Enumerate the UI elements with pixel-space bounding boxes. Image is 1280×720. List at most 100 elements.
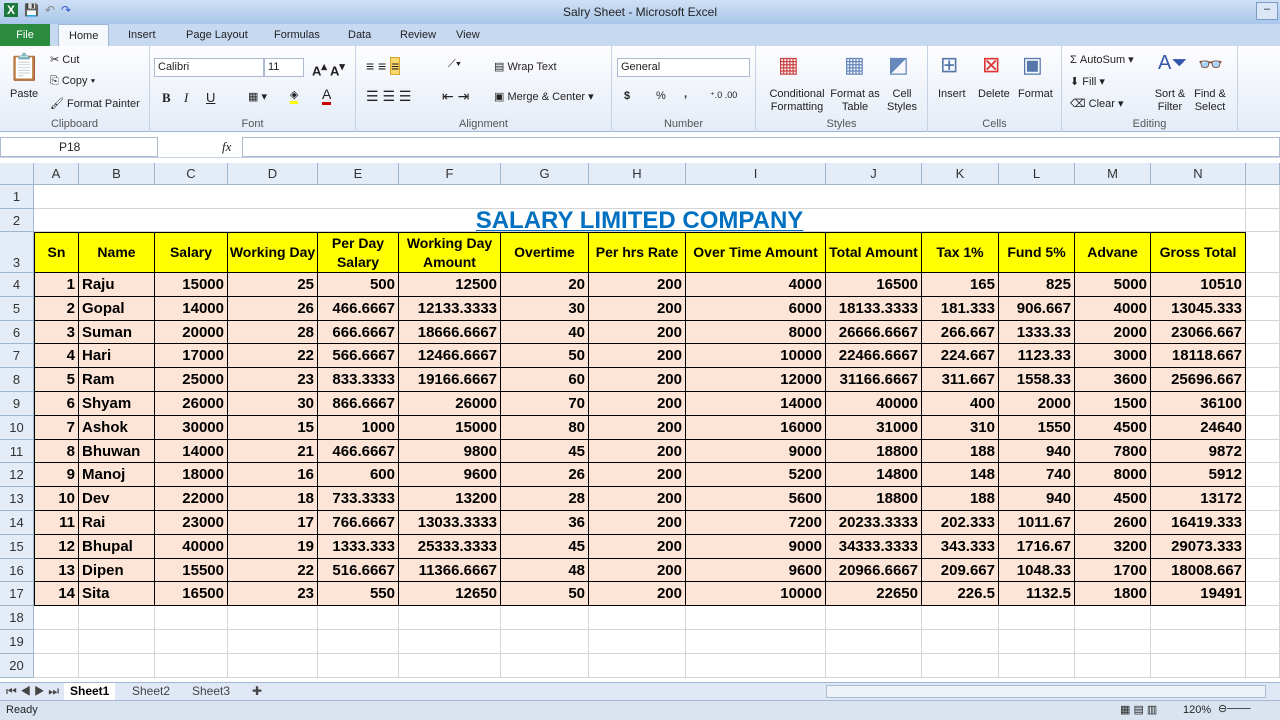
data-cell[interactable]: 50 bbox=[501, 582, 589, 607]
data-cell[interactable]: 7200 bbox=[686, 511, 826, 535]
row-header-12[interactable]: 12 bbox=[0, 463, 34, 488]
data-cell[interactable]: 18800 bbox=[826, 439, 922, 464]
borders-icon[interactable]: ▦ ▾ bbox=[248, 90, 267, 103]
data-cell[interactable]: 17000 bbox=[155, 344, 228, 369]
data-cell[interactable]: 3 bbox=[34, 320, 79, 345]
row-header-3[interactable]: 3 bbox=[0, 232, 34, 273]
data-cell[interactable]: 29073.333 bbox=[1151, 534, 1246, 559]
name-cell[interactable]: Bhupal bbox=[79, 534, 155, 559]
data-cell[interactable]: 70 bbox=[501, 392, 589, 416]
data-cell[interactable]: 516.6667 bbox=[318, 558, 399, 583]
column-header-N[interactable]: N bbox=[1151, 163, 1246, 185]
empty-cell[interactable] bbox=[589, 654, 686, 679]
empty-cell[interactable] bbox=[1246, 320, 1280, 345]
data-cell[interactable]: 23000 bbox=[155, 511, 228, 535]
column-header-A[interactable]: A bbox=[34, 163, 79, 185]
data-cell[interactable]: 12500 bbox=[399, 273, 501, 297]
row-header-9[interactable]: 9 bbox=[0, 392, 34, 416]
data-cell[interactable]: 940 bbox=[999, 487, 1075, 511]
column-header-H[interactable]: H bbox=[589, 163, 686, 185]
empty-cell[interactable] bbox=[686, 654, 826, 679]
format-cells-icon[interactable]: ▣ bbox=[1022, 52, 1043, 78]
data-cell[interactable]: 25 bbox=[228, 273, 318, 297]
sheet-tab-sheet1[interactable]: Sheet1 bbox=[64, 683, 116, 700]
table-header[interactable]: Name bbox=[79, 232, 155, 273]
cell-styles-button[interactable]: Cell Styles bbox=[882, 88, 922, 114]
data-cell[interactable]: 20966.6667 bbox=[826, 558, 922, 583]
data-cell[interactable]: 26000 bbox=[155, 392, 228, 416]
data-cell[interactable]: 200 bbox=[589, 296, 686, 321]
empty-cell[interactable] bbox=[1246, 232, 1280, 273]
data-cell[interactable]: 12650 bbox=[399, 582, 501, 607]
data-cell[interactable]: 200 bbox=[589, 558, 686, 583]
data-cell[interactable]: 13200 bbox=[399, 487, 501, 511]
column-header-empty[interactable] bbox=[1246, 163, 1280, 185]
fx-icon[interactable]: fx bbox=[222, 139, 231, 155]
tab-data[interactable]: Data bbox=[338, 24, 381, 46]
empty-cell[interactable] bbox=[686, 630, 826, 655]
binoculars-icon[interactable]: 👓 bbox=[1198, 52, 1223, 77]
data-cell[interactable]: 15 bbox=[228, 415, 318, 440]
data-cell[interactable]: 200 bbox=[589, 320, 686, 345]
delete-cells-icon[interactable]: ⊠ bbox=[982, 52, 1000, 78]
column-header-E[interactable]: E bbox=[318, 163, 399, 185]
row-header-7[interactable]: 7 bbox=[0, 344, 34, 369]
number-format-select[interactable]: General bbox=[617, 58, 750, 77]
tab-page-layout[interactable]: Page Layout bbox=[176, 24, 258, 46]
data-cell[interactable]: 30 bbox=[228, 392, 318, 416]
name-cell[interactable]: Suman bbox=[79, 320, 155, 345]
data-cell[interactable]: 2000 bbox=[1075, 320, 1151, 345]
row-header-4[interactable]: 4 bbox=[0, 273, 34, 297]
data-cell[interactable]: 25000 bbox=[155, 368, 228, 392]
font-size-select[interactable]: 11 bbox=[264, 58, 304, 77]
empty-cell[interactable] bbox=[1246, 582, 1280, 607]
row-header-6[interactable]: 6 bbox=[0, 320, 34, 345]
data-cell[interactable]: 19166.6667 bbox=[399, 368, 501, 392]
data-cell[interactable]: 28 bbox=[228, 320, 318, 345]
table-header[interactable]: Per Day Salary bbox=[318, 232, 399, 273]
empty-cell-row1[interactable] bbox=[34, 185, 1246, 209]
data-cell[interactable]: 200 bbox=[589, 487, 686, 511]
data-cell[interactable]: 833.3333 bbox=[318, 368, 399, 392]
data-cell[interactable]: 5912 bbox=[1151, 463, 1246, 488]
data-cell[interactable]: 1000 bbox=[318, 415, 399, 440]
data-cell[interactable]: 188 bbox=[922, 487, 999, 511]
data-cell[interactable]: 1132.5 bbox=[999, 582, 1075, 607]
data-cell[interactable]: 224.667 bbox=[922, 344, 999, 369]
tab-insert[interactable]: Insert bbox=[118, 24, 166, 46]
insert-button[interactable]: Insert bbox=[938, 88, 966, 100]
data-cell[interactable]: 14 bbox=[34, 582, 79, 607]
data-cell[interactable]: 25333.3333 bbox=[399, 534, 501, 559]
data-cell[interactable]: 30 bbox=[501, 296, 589, 321]
data-cell[interactable]: 7 bbox=[34, 415, 79, 440]
data-cell[interactable]: 733.3333 bbox=[318, 487, 399, 511]
empty-cell[interactable] bbox=[686, 606, 826, 631]
data-cell[interactable]: 2000 bbox=[999, 392, 1075, 416]
data-cell[interactable]: 3600 bbox=[1075, 368, 1151, 392]
data-cell[interactable]: 200 bbox=[589, 534, 686, 559]
name-cell[interactable]: Shyam bbox=[79, 392, 155, 416]
empty-cell[interactable] bbox=[1246, 185, 1280, 209]
data-cell[interactable]: 18000 bbox=[155, 463, 228, 488]
data-cell[interactable]: 1700 bbox=[1075, 558, 1151, 583]
table-header[interactable]: Per hrs Rate bbox=[589, 232, 686, 273]
data-cell[interactable]: 566.6667 bbox=[318, 344, 399, 369]
empty-cell[interactable] bbox=[589, 606, 686, 631]
merge-center-button[interactable]: ▣ Merge & Center ▾ bbox=[494, 90, 594, 103]
empty-cell[interactable] bbox=[1151, 654, 1246, 679]
column-header-L[interactable]: L bbox=[999, 163, 1075, 185]
data-cell[interactable]: 2 bbox=[34, 296, 79, 321]
row-header-18[interactable]: 18 bbox=[0, 606, 34, 631]
underline-button[interactable]: U bbox=[206, 90, 215, 105]
row-header-15[interactable]: 15 bbox=[0, 534, 34, 559]
name-cell[interactable]: Hari bbox=[79, 344, 155, 369]
data-cell[interactable]: 16500 bbox=[826, 273, 922, 297]
data-cell[interactable]: 940 bbox=[999, 439, 1075, 464]
row-header-16[interactable]: 16 bbox=[0, 558, 34, 583]
data-cell[interactable]: 200 bbox=[589, 392, 686, 416]
data-cell[interactable]: 266.667 bbox=[922, 320, 999, 345]
name-cell[interactable]: Ashok bbox=[79, 415, 155, 440]
row-header-17[interactable]: 17 bbox=[0, 582, 34, 607]
format-button[interactable]: Format bbox=[1018, 88, 1053, 100]
zoom-level[interactable]: 120% bbox=[1183, 704, 1211, 716]
